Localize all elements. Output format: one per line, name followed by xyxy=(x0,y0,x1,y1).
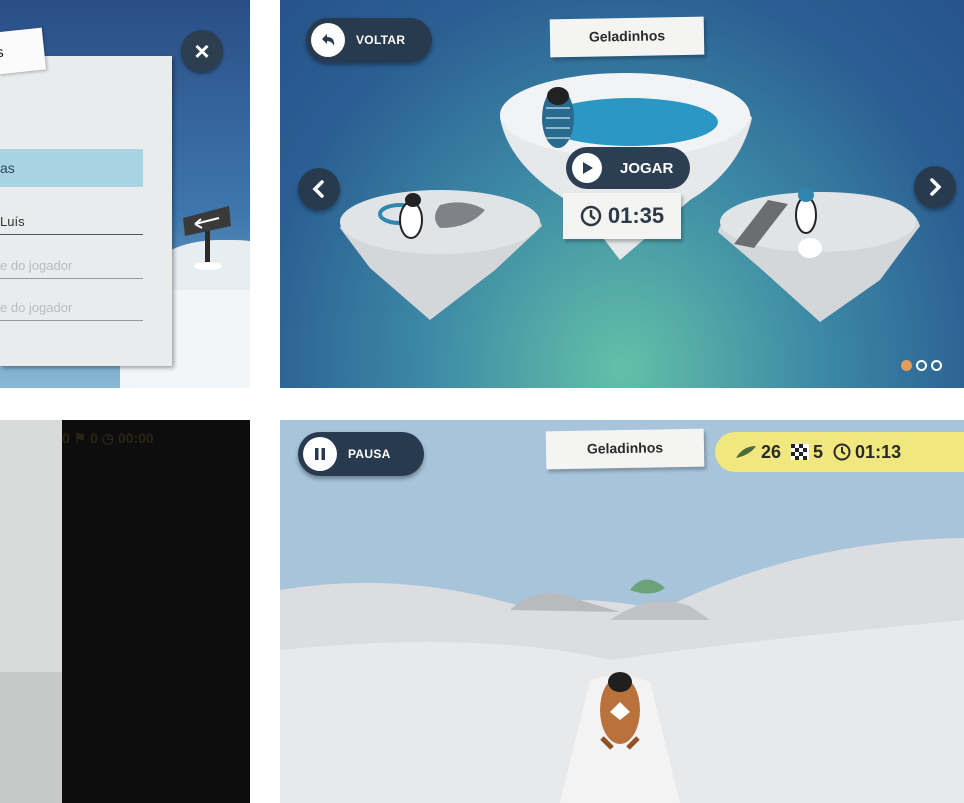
page-dot-3[interactable] xyxy=(931,360,942,371)
flag-counter: 5 xyxy=(791,442,823,463)
time-counter: 01:13 xyxy=(833,442,901,463)
back-button[interactable]: VOLTAR xyxy=(306,18,432,62)
pause-button[interactable]: PAUSA xyxy=(298,432,424,476)
gameplay-level-title: Geladinhos xyxy=(545,428,705,470)
flags-count: 5 xyxy=(813,441,824,462)
loading-panel: 0 ⚑ 0 ◷ 00:00 xyxy=(0,420,250,803)
loading-hud-text: 0 ⚑ 0 ◷ 00:00 xyxy=(62,430,154,446)
back-button-label: VOLTAR xyxy=(356,33,406,47)
best-time-card: 01:35 xyxy=(563,193,681,239)
back-arrow-icon xyxy=(311,23,345,57)
player-menu-panel: as Luís e do jogador e do jogador s × xyxy=(0,0,250,388)
player-card: as Luís e do jogador e do jogador xyxy=(0,56,172,366)
loading-left-block xyxy=(0,420,62,672)
clock-icon xyxy=(833,443,851,461)
player-name-field[interactable]: Luís xyxy=(0,210,143,235)
fish-count: 26 xyxy=(761,441,782,462)
fish-counter: 26 xyxy=(735,442,781,463)
page-indicator xyxy=(901,360,942,371)
checkered-flag-icon xyxy=(791,444,810,460)
score-hud: 26 5 01:13 xyxy=(715,432,964,472)
player-name-input-2[interactable]: e do jogador xyxy=(0,254,143,279)
gameplay-panel: PAUSA Geladinhos 26 5 01:13 xyxy=(280,420,964,803)
next-level-button[interactable] xyxy=(914,166,956,208)
chevron-left-icon xyxy=(312,180,324,198)
level-select-panel: VOLTAR Geladinhos JOGAR 01:35 xyxy=(280,0,964,388)
close-button[interactable]: × xyxy=(181,30,223,72)
page-dot-2[interactable] xyxy=(916,360,927,371)
play-button-label: JOGAR xyxy=(620,159,674,177)
island-left xyxy=(340,190,542,320)
play-button[interactable]: JOGAR xyxy=(566,147,690,189)
play-icon xyxy=(572,153,602,183)
pause-button-label: PAUSA xyxy=(348,447,391,461)
menu-tab[interactable]: s xyxy=(0,27,47,75)
best-time-value: 01:35 xyxy=(607,203,665,228)
clock-icon xyxy=(580,205,602,227)
direction-sign xyxy=(183,206,231,270)
close-icon: × xyxy=(194,36,210,66)
loading-left-block-lower xyxy=(0,672,62,803)
page-dot-1[interactable] xyxy=(901,360,912,371)
island-right xyxy=(718,188,920,322)
previous-level-button[interactable] xyxy=(298,168,340,210)
pause-icon xyxy=(303,437,337,471)
tree-decor xyxy=(630,579,665,594)
chevron-right-icon xyxy=(930,178,942,196)
level-title: Geladinhos xyxy=(549,16,705,58)
snow-landscape xyxy=(280,538,964,803)
player-option-selected[interactable]: as xyxy=(0,149,143,187)
time-value: 01:13 xyxy=(855,441,902,462)
feather-icon xyxy=(736,446,756,458)
player-name-input-3[interactable]: e do jogador xyxy=(0,296,143,321)
